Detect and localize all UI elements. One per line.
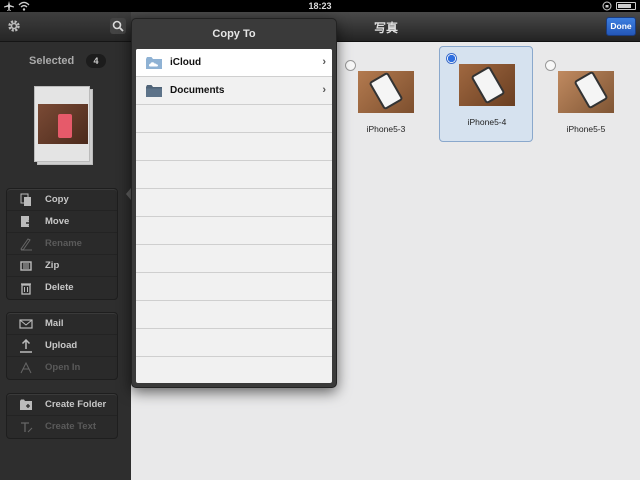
chevron-right-icon: › [322,84,326,96]
photo-name: iPhone5-4 [467,117,507,127]
destination-list[interactable]: iCloud › Documents › [136,49,332,383]
page-title: 写真 [373,21,398,35]
selected-label: Selected [29,55,75,67]
destination-item-icloud[interactable]: iCloud › [136,49,332,77]
selected-thumbnail-stack [34,86,93,165]
empty-row [136,273,332,301]
empty-row [136,245,332,273]
menu-item-label: Copy [45,194,69,205]
icloud-folder-icon [146,57,162,69]
open-in-icon [20,361,32,374]
sidebar: Selected 4 Copy Move Rename Zip Delete Mail U… [0,12,131,480]
search-icon [112,20,124,32]
menu-item-delete[interactable]: Delete [7,277,117,299]
orientation-lock-icon [602,1,612,11]
selected-count-badge: 4 [86,54,106,68]
empty-row [136,105,332,133]
menu-item-open-in[interactable]: Open In [7,357,117,379]
menu-item-label: Create Folder [45,399,107,410]
battery-icon [616,2,636,10]
menu-item-label: Move [45,216,70,227]
select-radio[interactable] [345,60,356,71]
empty-row [136,357,332,383]
empty-row [136,189,332,217]
empty-row [136,217,332,245]
menu-item-rename[interactable]: Rename [7,233,117,255]
select-radio[interactable] [446,53,457,64]
menu-item-create-folder[interactable]: Create Folder [7,394,117,416]
menu-item-mail[interactable]: Mail [7,313,117,335]
mail-icon [19,319,33,329]
photo-thumbnail [358,71,414,113]
empty-row [136,301,332,329]
menu-item-label: Rename [45,238,82,249]
done-button[interactable]: Done [606,17,636,36]
search-button[interactable] [110,18,126,34]
status-time: 18:23 [308,1,332,11]
rename-icon [20,238,32,251]
chevron-right-icon: › [322,56,326,68]
empty-row [136,133,332,161]
thumbnail-photo [38,104,88,144]
copy-icon [20,193,31,206]
photo-tile[interactable]: iPhone5-5 [539,54,633,150]
thumbnail-card [34,86,90,162]
destination-label: Documents [170,85,225,96]
menu-item-label: Mail [45,318,64,329]
sidebar-toolbar [0,12,131,42]
gear-icon[interactable] [6,18,22,34]
upload-icon [20,339,32,353]
create-actions-group: Create Folder Create Text [6,393,118,439]
menu-item-zip[interactable]: Zip [7,255,117,277]
photo-thumbnail [558,71,614,113]
trash-icon [21,283,31,295]
create-folder-icon [20,399,32,410]
file-actions-group: Copy Move Rename Zip Delete [6,188,118,300]
popover-title: Copy To [212,28,256,40]
photo-tile[interactable]: iPhone5-4 [439,46,533,142]
photo-name: iPhone5-3 [366,124,406,134]
share-actions-group: Mail Upload Open In [6,312,118,380]
create-text-icon [21,422,33,433]
photo-thumbnail [459,64,515,106]
empty-row [136,329,332,357]
menu-item-label: Upload [45,340,78,351]
destination-item-documents[interactable]: Documents › [136,77,332,105]
empty-row [136,161,332,189]
folder-icon [146,85,162,97]
selected-summary: Selected 4 [0,52,131,70]
menu-item-label: Open In [45,362,81,373]
copy-to-popover: Copy To iCloud › Documents › [131,18,337,388]
menu-item-copy[interactable]: Copy [7,189,117,211]
menu-item-upload[interactable]: Upload [7,335,117,357]
menu-item-label: Zip [45,260,60,271]
photo-name: iPhone5-5 [566,124,606,134]
menu-item-create-text[interactable]: Create Text [7,416,117,438]
select-radio[interactable] [545,60,556,71]
zip-icon [20,261,32,271]
status-bar: 18:23 [0,0,640,12]
menu-item-move[interactable]: Move [7,211,117,233]
destination-label: iCloud [170,57,202,68]
move-icon [21,216,33,227]
menu-item-label: Create Text [45,421,97,432]
photo-tile[interactable]: iPhone5-3 [339,54,433,150]
menu-item-label: Delete [45,282,74,293]
